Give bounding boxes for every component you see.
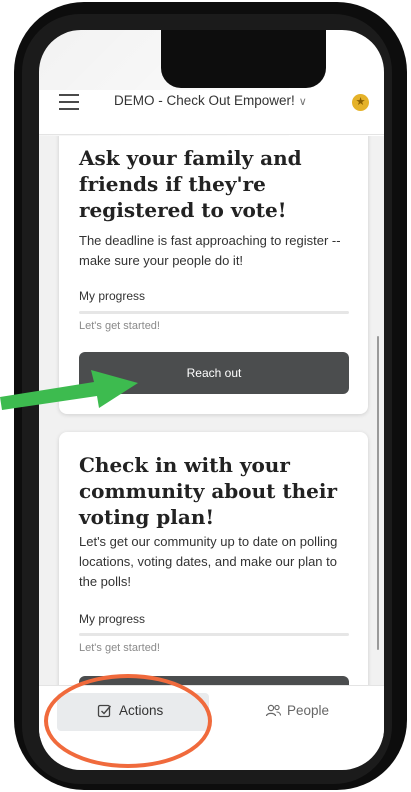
card-title: Check in with your community about their… [79, 453, 338, 529]
phone-notch [161, 30, 326, 88]
progress-label: My progress [79, 289, 146, 303]
menu-icon[interactable] [59, 94, 79, 110]
people-icon [265, 703, 282, 721]
card-description: Let's get our community up to date on po… [79, 534, 338, 589]
card-title: Ask your family and friends if they're r… [79, 146, 302, 222]
progress-label: My progress [79, 612, 146, 626]
tab-people-label: People [287, 703, 330, 718]
progress-status: Let's get started! [79, 642, 160, 654]
app-header: DEMO - Check Out Empower! ∨ ★ [39, 90, 384, 135]
star-icon[interactable]: ★ [352, 94, 369, 111]
progress-bar [79, 633, 349, 636]
card-description: The deadline is fast approaching to regi… [79, 233, 341, 268]
scrollbar[interactable] [377, 336, 379, 650]
progress-status: Let's get started! [79, 320, 160, 332]
tab-people[interactable]: People [227, 693, 379, 731]
campaign-selector[interactable]: DEMO - Check Out Empower! ∨ [114, 93, 307, 108]
campaign-title: DEMO - Check Out Empower! [114, 93, 295, 108]
progress-bar [79, 311, 349, 314]
actions-feed[interactable]: Ask your family and friends if they're r… [39, 136, 384, 726]
annotation-circle [44, 674, 212, 768]
chevron-down-icon: ∨ [298, 96, 307, 108]
annotation-arrow [0, 370, 138, 410]
